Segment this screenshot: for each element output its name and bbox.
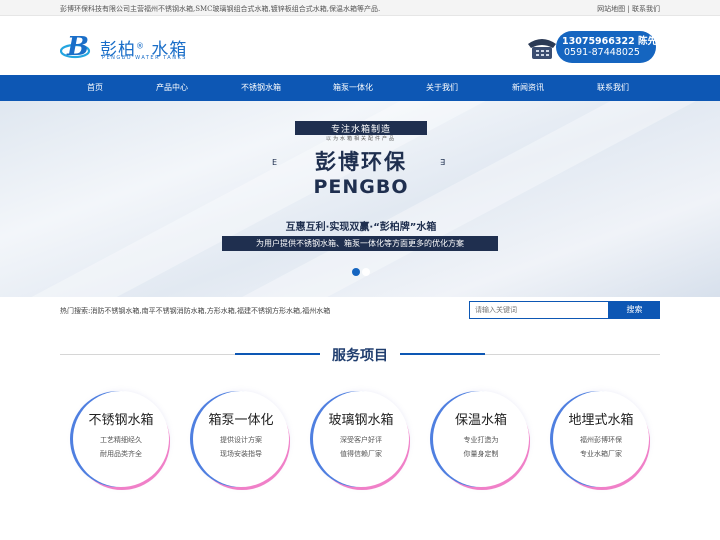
top-links: 网站地图 | 联系我们 [597, 4, 660, 14]
nav-item-stainless-tanks[interactable]: 不锈钢水箱 [221, 75, 301, 101]
hot-search-label: 热门搜索: [60, 307, 91, 315]
banner-title: 彭博环保 [315, 150, 407, 174]
logo-reg-mark: ® [136, 41, 145, 51]
b-letter-logo-icon[interactable]: B [60, 31, 96, 61]
logo-en-name: PENGBO WATER TANKS [102, 55, 187, 61]
service-desc-1: 提供设计方案 [220, 436, 262, 444]
section-accent-right [400, 353, 485, 355]
service-desc-2: 现场安装指导 [220, 450, 262, 458]
service-desc-1: 深受客户好评 [340, 436, 382, 444]
search-button[interactable]: 搜索 [609, 301, 660, 319]
banner-ribbon-text: 专注水箱制造 [330, 125, 391, 135]
section-accent-left [235, 353, 320, 355]
logo-letter: B [66, 32, 89, 61]
service-card-frp[interactable]: 玻璃钢水箱 深受客户好评 值得信赖厂家 [313, 391, 409, 487]
site-header: B 彭柏® 水箱 PENGBO WATER TANKS 13075966322 … [0, 16, 720, 75]
slide-dot-active[interactable] [352, 268, 360, 276]
banner-en-title: PENGBO [313, 176, 409, 198]
search-row: 热门搜索:消防不锈钢水箱,南平不锈钢消防水箱,方形水箱,福建不锈钢方形水箱,福州… [0, 297, 720, 325]
service-card-underground[interactable]: 地埋式水箱 福州彭博环保 专业水箱厂家 [553, 391, 649, 487]
slide-dot[interactable] [362, 268, 370, 276]
main-nav: 首页 产品中心 不锈钢水箱 箱泵一体化 关于我们 新闻资讯 联系我们 [0, 75, 720, 101]
service-title: 不锈钢水箱 [88, 413, 154, 428]
service-card-tank-pump[interactable]: 箱泵一体化 提供设计方案 现场安装指导 [193, 391, 289, 487]
top-links-separator: | [627, 5, 630, 13]
hero-banner[interactable]: 专注水箱制造 以为水箱相关配件产品 E 彭博环保 ∃ PENGBO 互惠互利·实… [0, 101, 720, 297]
service-desc-2: 耐用品类齐全 [100, 450, 142, 458]
hot-search-terms[interactable]: 消防不锈钢水箱,南平不锈钢消防水箱,方形水箱,福建不锈钢方形水箱,福州水箱 [90, 307, 330, 315]
nav-item-contact[interactable]: 联系我们 [573, 75, 653, 101]
sitemap-link[interactable]: 网站地图 [597, 5, 625, 13]
nav-item-home[interactable]: 首页 [55, 75, 135, 101]
search-input[interactable] [469, 301, 609, 319]
contact-landline: 0591-87448025 [564, 47, 640, 58]
service-title: 玻璃钢水箱 [328, 413, 394, 428]
section-divider-left [60, 354, 235, 355]
banner-bar-text: 为用户提供不锈钢水箱、箱泵一体化等方面更多的优化方案 [256, 239, 464, 248]
contact-mobile: 13075966322 陈先生 [562, 36, 667, 47]
service-title: 地埋式水箱 [568, 413, 634, 428]
service-desc-2: 专业水箱厂家 [580, 450, 622, 458]
service-title: 箱泵一体化 [208, 413, 274, 428]
contact-link[interactable]: 联系我们 [632, 5, 660, 13]
nav-item-tank-pump[interactable]: 箱泵一体化 [313, 75, 393, 101]
service-title: 保温水箱 [454, 413, 507, 428]
hot-search: 热门搜索:消防不锈钢水箱,南平不锈钢消防水箱,方形水箱,福建不锈钢方形水箱,福州… [60, 306, 330, 316]
service-desc-1: 工艺精细经久 [100, 436, 142, 444]
banner-deco-left: E [272, 158, 278, 167]
telephone-icon [528, 39, 556, 59]
nav-item-about[interactable]: 关于我们 [402, 75, 482, 101]
service-card-insulated[interactable]: 保温水箱 专业打造为 你量身定制 [433, 391, 529, 487]
service-desc-2: 你量身定制 [463, 450, 499, 458]
section-divider-right [485, 354, 660, 355]
service-desc-1: 专业打造为 [463, 436, 499, 444]
company-intro: 彭博环保科技有限公司主营福州不锈钢水箱,SMC玻璃钢组合式水箱,镀锌板组合式水箱… [60, 5, 381, 13]
banner-subtitle: 以为水箱相关配件产品 [325, 136, 396, 142]
section-title: 服务项目 [332, 348, 388, 364]
service-desc-2: 值得信赖厂家 [340, 450, 382, 458]
nav-item-products[interactable]: 产品中心 [132, 75, 212, 101]
service-desc-1: 福州彭博环保 [580, 436, 622, 444]
service-card-stainless[interactable]: 不锈钢水箱 工艺精细经久 耐用品类齐全 [73, 391, 169, 487]
banner-deco-right: ∃ [440, 158, 446, 167]
banner-slogan: 互惠互利·实现双赢·“彭柏牌”水箱 [285, 222, 437, 233]
nav-item-news[interactable]: 新闻资讯 [488, 75, 568, 101]
top-bar: 彭博环保科技有限公司主营福州不锈钢水箱,SMC玻璃钢组合式水箱,镀锌板组合式水箱… [0, 0, 720, 16]
